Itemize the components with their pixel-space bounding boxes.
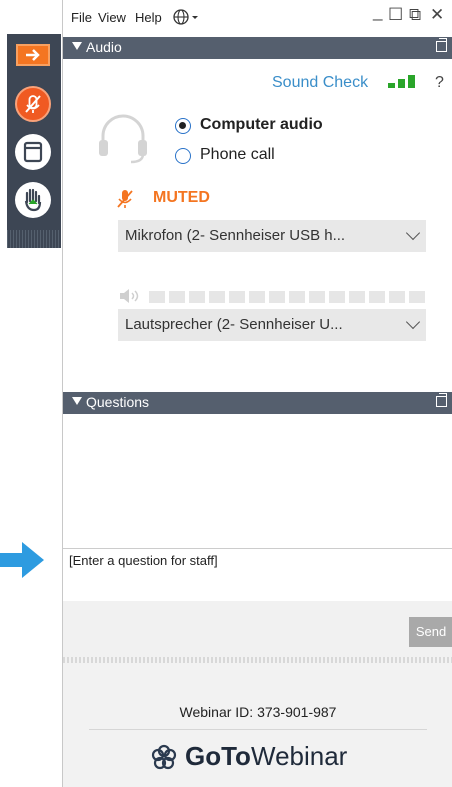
chevron-down-icon <box>405 314 421 330</box>
volume-meter-segment <box>269 291 285 303</box>
volume-meter-segment <box>189 291 205 303</box>
maximize-button[interactable]: ☐ <box>388 5 403 25</box>
volume-meter-segment <box>249 291 265 303</box>
phone-call-radio[interactable] <box>175 148 191 164</box>
speaker-select-value: Lautsprecher (2- Sennheiser U... <box>125 316 343 333</box>
volume-meter-segment <box>409 291 425 303</box>
volume-meter-segment <box>149 291 165 303</box>
popout-icon[interactable] <box>436 38 447 52</box>
pointer-arrow-icon <box>0 540 44 580</box>
window-icon[interactable] <box>15 134 51 170</box>
question-input-placeholder: [Enter a question for staff] <box>69 553 218 568</box>
headset-icon <box>97 110 149 169</box>
goto-webinar-panel: File View Help _ ☐ ⧉ ✕ Audio Sound Check… <box>62 0 452 787</box>
volume-meter-segment <box>309 291 325 303</box>
audio-section-header[interactable]: Audio <box>63 37 452 59</box>
menu-bar: File View Help _ ☐ ⧉ ✕ <box>63 0 452 36</box>
question-input[interactable]: [Enter a question for staff] <box>63 548 452 602</box>
microphone-select[interactable]: Mikrofon (2- Sennheiser USB h... <box>118 220 426 252</box>
volume-meter-segment <box>329 291 345 303</box>
brand-webinar: Webinar <box>251 741 348 771</box>
chevron-down-icon <box>405 225 421 241</box>
send-area: Send <box>63 601 452 657</box>
gotowebinar-logo: GoTo Webinar <box>149 740 389 776</box>
menu-view[interactable]: View <box>98 10 126 25</box>
volume-meter-segment <box>169 291 185 303</box>
microphone-select-value: Mikrofon (2- Sennheiser USB h... <box>125 227 346 244</box>
sound-check-link[interactable]: Sound Check <box>272 74 368 92</box>
send-button[interactable]: Send <box>409 617 452 647</box>
speaker-select[interactable]: Lautsprecher (2- Sennheiser U... <box>118 309 426 341</box>
footer: Webinar ID: 373-901-987 GoTo Webinar <box>63 663 452 787</box>
signal-strength-icon <box>388 74 420 95</box>
volume-meter-segment <box>389 291 405 303</box>
collapse-arrow-icon[interactable] <box>16 44 50 66</box>
language-globe-icon[interactable] <box>172 7 202 32</box>
collapse-triangle-icon <box>72 42 82 50</box>
mic-muted-indicator-icon <box>116 189 134 214</box>
brand-goto: GoTo <box>185 741 251 771</box>
gotowebinar-flower-icon <box>149 743 179 778</box>
minimize-button[interactable]: _ <box>373 2 382 22</box>
control-toolbar <box>7 34 61 248</box>
raise-hand-icon[interactable] <box>15 182 51 218</box>
volume-meter-segment <box>349 291 365 303</box>
audio-help-button[interactable]: ? <box>435 74 444 92</box>
close-button[interactable]: ✕ <box>430 5 444 25</box>
computer-audio-radio[interactable] <box>175 118 191 134</box>
menu-help[interactable]: Help <box>135 10 162 25</box>
popout-button[interactable]: ⧉ <box>409 5 421 25</box>
audio-section-title: Audio <box>86 39 122 55</box>
volume-meter-segment <box>229 291 245 303</box>
volume-meter-segment <box>289 291 305 303</box>
popout-icon[interactable] <box>436 393 447 407</box>
footer-divider <box>89 729 427 730</box>
questions-log <box>63 414 452 548</box>
volume-meter <box>63 0 425 303</box>
webinar-id: Webinar ID: 373-901-987 <box>179 704 337 720</box>
computer-audio-label[interactable]: Computer audio <box>200 116 323 134</box>
volume-meter-segment <box>209 291 225 303</box>
collapse-triangle-icon <box>72 397 82 405</box>
muted-status: MUTED <box>153 189 210 206</box>
questions-section-title: Questions <box>86 394 150 410</box>
speaker-volume-icon <box>118 287 140 310</box>
menu-file[interactable]: File <box>71 10 92 25</box>
phone-call-label[interactable]: Phone call <box>200 146 275 164</box>
questions-section-header[interactable]: Questions <box>63 392 452 414</box>
volume-meter-segment <box>369 291 385 303</box>
mic-muted-icon[interactable] <box>15 86 51 122</box>
